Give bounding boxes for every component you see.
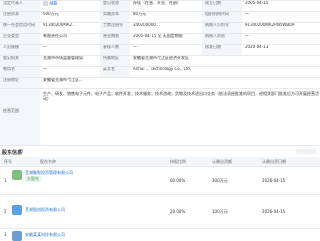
section-toolbar[interactable] — [296, 149, 316, 154]
section-title: 股东信息 — [2, 150, 23, 156]
table-row: 3 安徽某某科技有限公司 — [0, 228, 320, 241]
shareholder-name-link[interactable]: 芜湖智创投资有限公司 — [25, 207, 65, 213]
row-number: 1 — [4, 178, 7, 183]
table-row: 1 芜湖聚智投资管理有限公司 大股东 60.00% 300万元 2026-04-… — [0, 166, 320, 195]
value-business-scope: 生产、研发、销售电子元件、电子产品；软件开发；技术服务；技术咨询；货物及技术进出… — [43, 91, 319, 101]
company-logo — [12, 170, 22, 180]
shareholding-ratio: 60.00% — [170, 178, 186, 183]
col-ratio: 持股比例 — [170, 159, 186, 164]
row-number: 3 — [4, 232, 7, 237]
col-date: 认缴出资日期 — [262, 159, 286, 164]
subscribed-amount: 100万元 — [212, 209, 228, 214]
company-logo — [12, 205, 22, 215]
info-row: 经营范围 生产、研发、销售电子元件、电子产品；软件开发；技术服务；技术咨询；货物… — [0, 88, 320, 146]
company-info-table: 法定代表人 胡磊 登记状态 存续（在营、开业、在册） 成立日期 2005-04-… — [0, 0, 320, 146]
subscribed-date: 2026-04-15 — [262, 209, 286, 214]
shareholder-name-link[interactable]: 安徽某某科技有限公司 — [25, 232, 65, 238]
col-name: 股东名称 — [40, 159, 56, 164]
avatar — [43, 1, 48, 6]
shareholding-ratio: 20.00% — [170, 209, 186, 214]
col-amount: 认缴出资额 — [212, 159, 232, 164]
legal-rep-link[interactable]: 胡磊 — [49, 1, 57, 6]
col-no: 序号 — [4, 159, 12, 164]
row-number: 2 — [4, 209, 7, 214]
section-count: 3 — [20, 149, 24, 155]
subscribed-amount: 300万元 — [212, 178, 228, 183]
subscribed-date: 2026-04-15 — [262, 178, 286, 183]
label-business-scope: 经营范围 — [0, 89, 40, 145]
table-header: 序号 股东名称 持股比例 认缴出资额 认缴出资日期 — [0, 157, 320, 166]
table-row: 2 芜湖智创投资有限公司 20.00% 100万元 2026-04-15 — [0, 194, 320, 229]
major-shareholder-tag: 大股东 — [25, 176, 41, 182]
